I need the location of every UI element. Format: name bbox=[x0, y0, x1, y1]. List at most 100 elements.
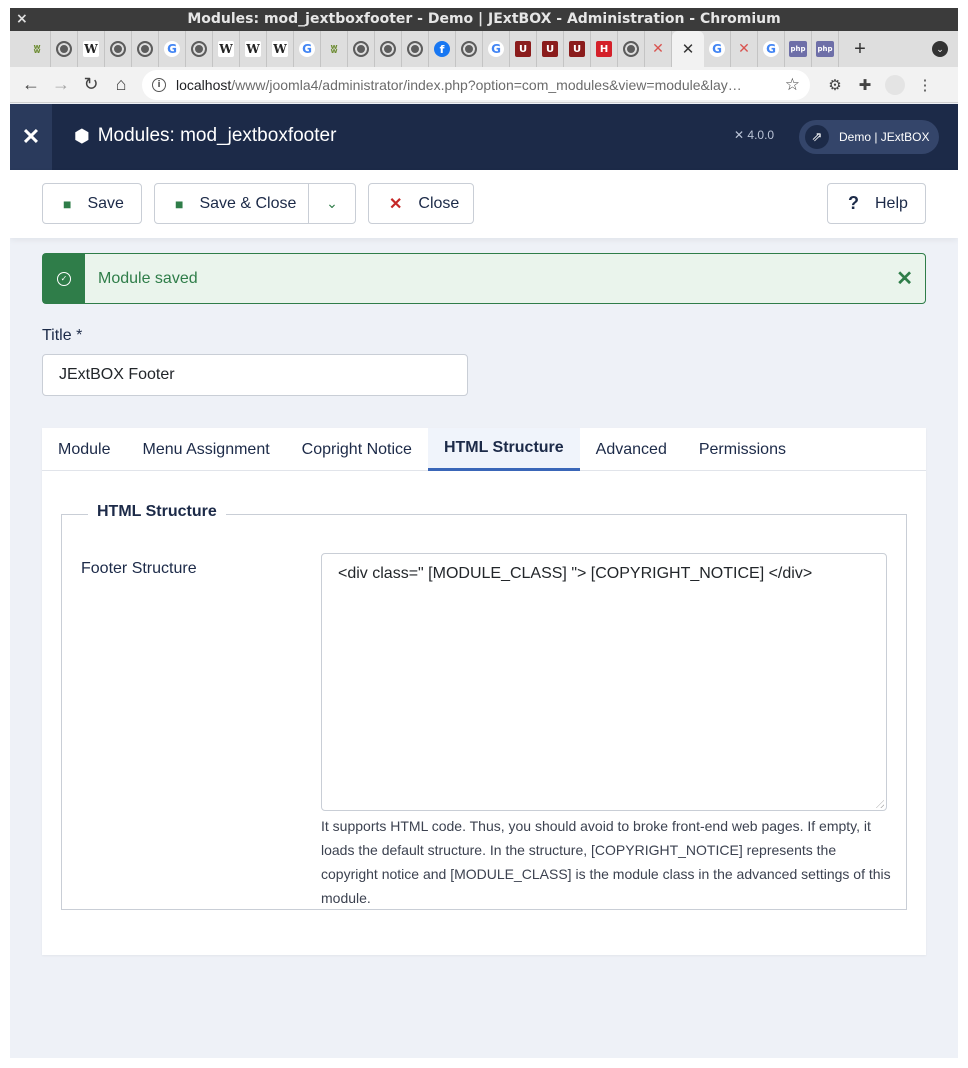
tab-copright-notice[interactable]: Copright Notice bbox=[286, 428, 428, 471]
browser-tab[interactable]: U bbox=[537, 31, 564, 67]
home-icon[interactable]: ⌂ bbox=[106, 70, 136, 100]
browser-tab[interactable] bbox=[618, 31, 645, 67]
browser-tab[interactable]: U bbox=[510, 31, 537, 67]
browser-tab[interactable]: ✕ bbox=[645, 31, 672, 67]
globe-icon bbox=[380, 41, 396, 57]
page-title: ⬢ Modules: mod_jextboxfooter bbox=[74, 125, 336, 147]
browser-tab[interactable] bbox=[132, 31, 159, 67]
bookmark-star-icon[interactable]: ☆ bbox=[785, 75, 800, 95]
globe-icon bbox=[191, 41, 207, 57]
address-toolbar: ← → ↻ ⌂ i localhost/www/joomla4/administ… bbox=[10, 67, 958, 103]
tab-close-icon[interactable]: ✕ bbox=[682, 40, 695, 58]
browser-tab[interactable]: W bbox=[240, 31, 267, 67]
globe-icon bbox=[353, 41, 369, 57]
facebook-icon: f bbox=[434, 41, 450, 57]
browser-tab[interactable]: php bbox=[812, 31, 839, 67]
tab-advanced[interactable]: Advanced bbox=[580, 428, 683, 471]
address-bar[interactable]: i localhost/www/joomla4/administrator/in… bbox=[142, 69, 810, 100]
browser-tab[interactable] bbox=[51, 31, 78, 67]
joomla-logo-icon[interactable]: ✕ bbox=[10, 104, 52, 170]
browser-tab[interactable]: G bbox=[483, 31, 510, 67]
browser-tab[interactable]: W bbox=[78, 31, 105, 67]
globe-icon bbox=[407, 41, 423, 57]
tab-permissions[interactable]: Permissions bbox=[683, 428, 802, 471]
question-icon: ? bbox=[848, 193, 859, 213]
joomla-icon: ✕ bbox=[738, 41, 750, 57]
profile-avatar[interactable] bbox=[880, 70, 910, 100]
joomla-icon: ✕ bbox=[652, 41, 664, 57]
browser-menu-icon[interactable]: ⋮ bbox=[910, 70, 940, 100]
footer-structure-textarea[interactable]: <div class=" [MODULE_CLASS] "> [COPYRIGH… bbox=[321, 553, 887, 811]
browser-tab[interactable]: W bbox=[267, 31, 294, 67]
browser-tab[interactable] bbox=[348, 31, 375, 67]
browser-tab[interactable]: G bbox=[758, 31, 785, 67]
chevron-down-icon[interactable]: ⌄ bbox=[308, 184, 355, 223]
browser-tab[interactable]: G bbox=[159, 31, 186, 67]
globe-icon bbox=[461, 41, 477, 57]
cube-icon: ⬢ bbox=[74, 125, 90, 146]
browser-tab[interactable]: U bbox=[564, 31, 591, 67]
globe-icon bbox=[110, 41, 126, 57]
browser-tab-active[interactable]: ✕ bbox=[672, 31, 704, 67]
title-input[interactable]: JExtBOX Footer bbox=[42, 354, 468, 396]
help-button[interactable]: ? Help bbox=[827, 183, 926, 224]
tab-strip: ʬ W G W W W Gʬ f G U U U H ✕ ✕ G ✕ Gphp php + ⌄ bbox=[10, 31, 958, 67]
site-info-icon[interactable]: i bbox=[152, 77, 166, 92]
tab-search-icon[interactable]: ⌄ bbox=[932, 41, 948, 57]
bio-icon: ʬ bbox=[33, 42, 41, 56]
bio-icon: ʬ bbox=[330, 42, 338, 56]
extension-gear-icon[interactable]: ⚙ bbox=[820, 70, 850, 100]
browser-tab[interactable] bbox=[375, 31, 402, 67]
php-icon: php bbox=[816, 41, 834, 57]
extensions-puzzle-icon[interactable]: ✚ bbox=[850, 70, 880, 100]
tab-menu-assignment[interactable]: Menu Assignment bbox=[126, 428, 285, 471]
browser-tab[interactable]: php bbox=[785, 31, 812, 67]
version-label: ✕ 4.0.0 bbox=[734, 128, 775, 142]
window-titlebar: × Modules: mod_jextboxfooter - Demo | JE… bbox=[10, 8, 958, 31]
browser-tab[interactable] bbox=[456, 31, 483, 67]
new-tab-icon[interactable]: + bbox=[845, 31, 875, 67]
browser-tab[interactable] bbox=[186, 31, 213, 67]
window-close-icon[interactable]: × bbox=[16, 8, 28, 31]
browser-tab[interactable]: W bbox=[213, 31, 240, 67]
html-structure-fieldset: HTML Structure Footer Structure <div cla… bbox=[61, 503, 907, 910]
browser-tab[interactable]: G bbox=[294, 31, 321, 67]
resize-handle-icon[interactable] bbox=[876, 800, 884, 808]
browser-tab[interactable]: ʬ bbox=[24, 31, 51, 67]
save-close-label: Save & Close bbox=[199, 194, 297, 212]
help-label: Help bbox=[875, 194, 908, 212]
browser-tab[interactable] bbox=[105, 31, 132, 67]
back-icon[interactable]: ← bbox=[16, 70, 46, 100]
google-icon: G bbox=[763, 41, 779, 57]
browser-tab[interactable]: G bbox=[704, 31, 731, 67]
title-input-value: JExtBOX Footer bbox=[59, 366, 175, 383]
alert-message: Module saved bbox=[98, 269, 198, 287]
forward-icon[interactable]: → bbox=[46, 70, 76, 100]
u-icon: U bbox=[515, 41, 531, 57]
check-circle-icon: ✓ bbox=[43, 254, 85, 303]
tab-html-structure[interactable]: HTML Structure bbox=[427, 428, 580, 471]
google-icon: G bbox=[299, 41, 315, 57]
browser-tab[interactable]: f bbox=[429, 31, 456, 67]
browser-tab[interactable] bbox=[402, 31, 429, 67]
tab-module[interactable]: Module bbox=[42, 428, 126, 471]
browser-tab[interactable]: ✕ bbox=[731, 31, 758, 67]
save-button[interactable]: ■ Save bbox=[42, 183, 142, 224]
site-link-label: Demo | JExtBOX bbox=[839, 130, 930, 144]
globe-icon bbox=[56, 41, 72, 57]
field-description: It supports HTML code. Thus, you should … bbox=[321, 818, 891, 906]
close-icon: ✕ bbox=[389, 195, 403, 213]
alert-close-icon[interactable]: ✕ bbox=[896, 266, 913, 291]
close-label: Close bbox=[418, 194, 460, 212]
reload-icon[interactable]: ↻ bbox=[76, 70, 106, 100]
browser-tab[interactable]: ʬ bbox=[321, 31, 348, 67]
tabs-card: Module Menu Assignment Copright Notice HTML… bbox=[42, 428, 926, 955]
browser-tab[interactable]: H bbox=[591, 31, 618, 67]
footer-structure-value: <div class=" [MODULE_CLASS] "> [COPYRIGH… bbox=[338, 565, 813, 582]
close-button[interactable]: ✕ Close bbox=[368, 183, 474, 224]
save-icon: ■ bbox=[63, 195, 72, 212]
save-close-button[interactable]: ■ Save & Close ⌄ bbox=[154, 183, 356, 224]
wikipedia-icon: W bbox=[272, 41, 288, 57]
site-link-button[interactable]: ⇗ Demo | JExtBOX bbox=[799, 120, 939, 154]
wikipedia-icon: W bbox=[245, 41, 261, 57]
